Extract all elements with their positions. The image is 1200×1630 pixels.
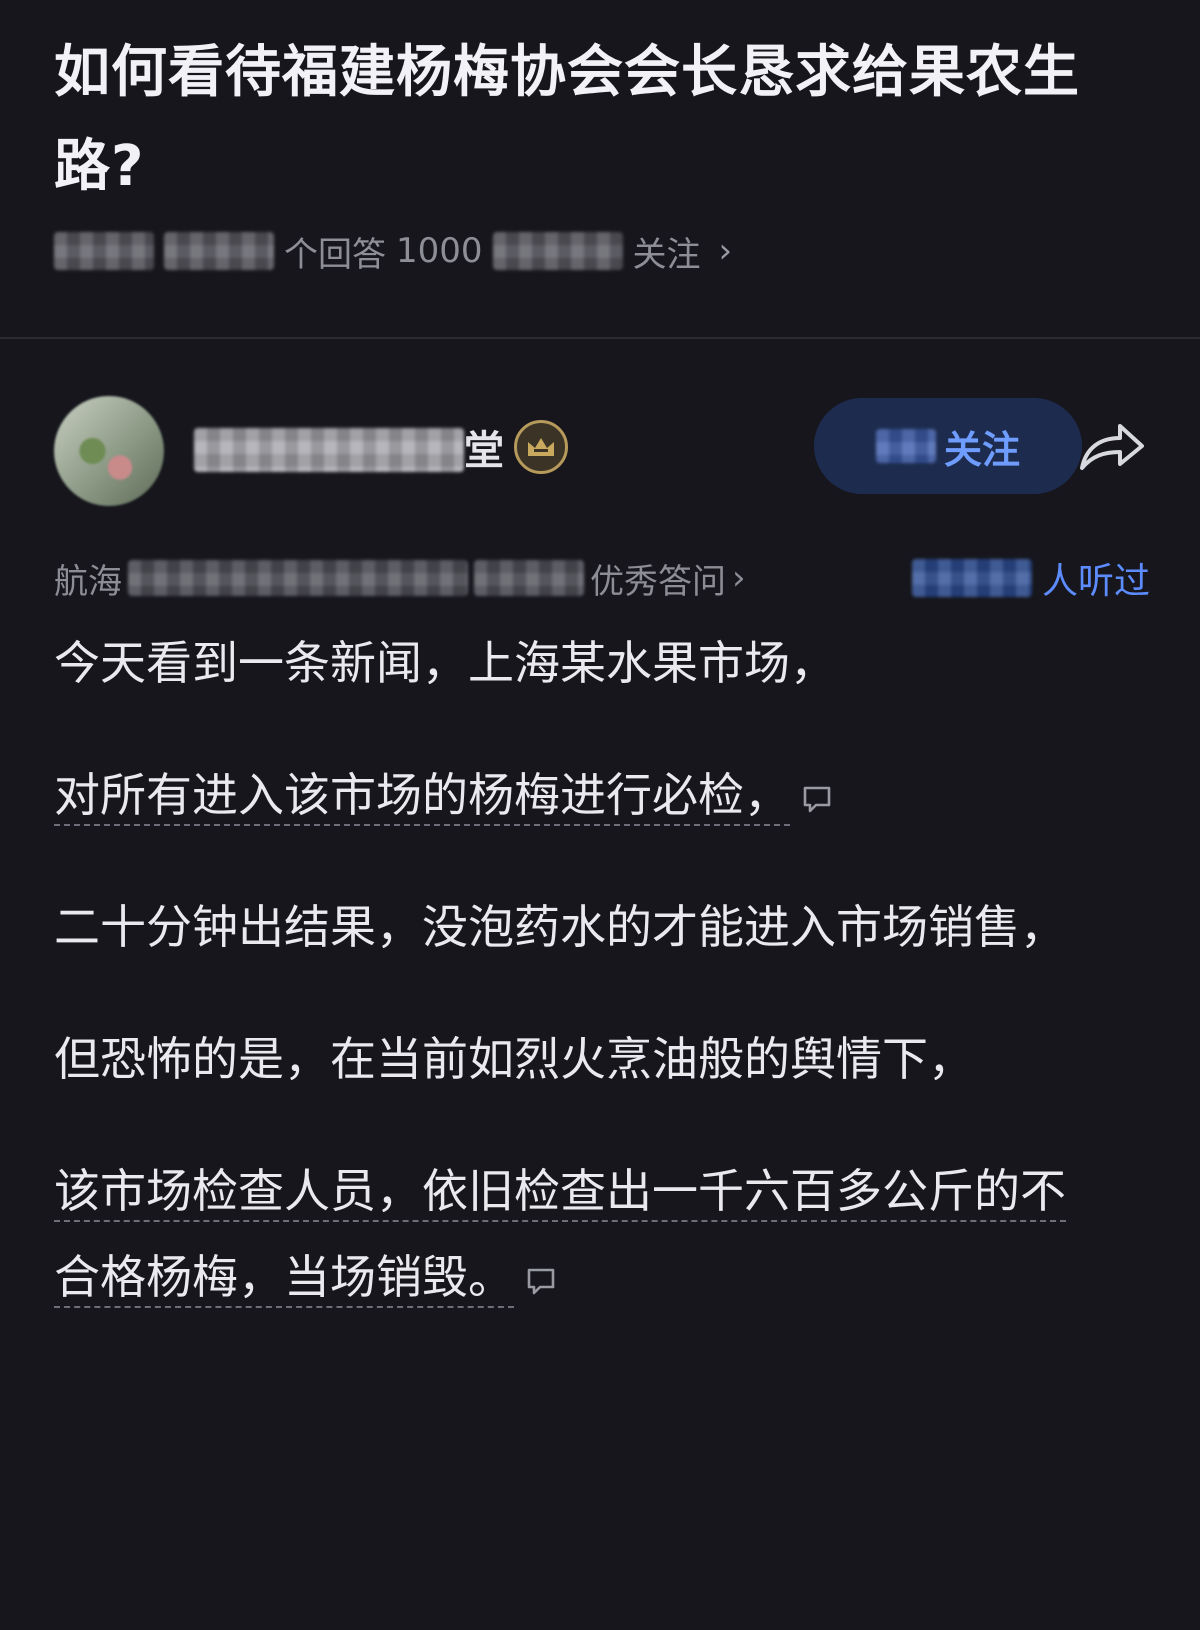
answer-page: 如何看待福建杨梅协会会长恳求给果农生路? 个回答 1000 关注 › 堂 关注 [0, 0, 1200, 1630]
redacted-block [875, 429, 936, 463]
paragraph-text: 今天看到一条新闻，上海某水果市场， [54, 636, 836, 690]
listened-label: 人听过 [1041, 561, 1150, 602]
chevron-right-icon: › [732, 558, 746, 598]
redacted-block [164, 232, 274, 270]
annotated-text[interactable]: 该市场检查人员，依旧检查出一千六百多公斤的不合格杨梅，当场销毁。 [54, 1164, 1066, 1308]
redacted-block [474, 560, 584, 596]
section-divider [0, 337, 1200, 339]
author-desc-visible: 优秀答问 [590, 561, 726, 602]
answer-paragraph: 该市场检查人员，依旧检查出一千六百多公斤的不合格杨梅，当场销毁。 [54, 1148, 1094, 1320]
answer-content: 今天看到一条新闻，上海某水果市场， 对所有进入该市场的杨梅进行必检， 二十分钟出… [54, 620, 1154, 1320]
answer-paragraph: 今天看到一条新闻，上海某水果市场， [54, 620, 1154, 706]
answer-paragraph: 对所有进入该市场的杨梅进行必检， [54, 752, 1154, 838]
author-name-redacted[interactable] [194, 428, 464, 472]
redacted-block [911, 559, 1032, 597]
paragraph-text: 二十分钟出结果，没泡药水的才能进入市场销售， [54, 900, 1066, 954]
redacted-block [54, 232, 154, 270]
question-title[interactable]: 如何看待福建杨梅协会会长恳求给果农生路? [54, 26, 1144, 214]
follower-count: 1000 [396, 231, 483, 271]
follow-button-label: 关注 [943, 427, 1020, 472]
listened-count[interactable]: 人听过 [911, 548, 1150, 608]
redacted-block [128, 560, 468, 596]
paragraph-text: 但恐怖的是，在当前如烈火烹油般的舆情下， [54, 1032, 974, 1086]
share-arrow-icon[interactable] [1072, 406, 1152, 486]
answer-author-desc[interactable]: 航海 优秀答问 › [54, 548, 746, 608]
author-row: 堂 关注 [54, 392, 1150, 512]
follower-label: 关注 [632, 234, 701, 275]
chevron-right-icon: › [718, 231, 733, 271]
answer-meta-row: 航海 优秀答问 › 人听过 [54, 548, 1150, 608]
answer-count-label: 个回答 [284, 234, 386, 275]
follow-button[interactable]: 关注 [814, 398, 1082, 494]
comment-bubble-icon[interactable] [524, 1264, 558, 1298]
author-name-visible[interactable]: 堂 [464, 418, 504, 476]
answer-paragraph: 但恐怖的是，在当前如烈火烹油般的舆情下， [54, 1016, 1054, 1102]
avatar[interactable] [54, 396, 164, 506]
author-desc-prefix: 航海 [54, 561, 122, 602]
redacted-block [492, 232, 623, 270]
annotated-text[interactable]: 对所有进入该市场的杨梅进行必检， [54, 768, 790, 826]
answer-paragraph: 二十分钟出结果，没泡药水的才能进入市场销售， [54, 884, 1094, 970]
question-meta-row[interactable]: 个回答 1000 关注 › [54, 226, 732, 276]
comment-bubble-icon[interactable] [800, 782, 834, 816]
crown-badge-icon[interactable] [514, 420, 568, 474]
